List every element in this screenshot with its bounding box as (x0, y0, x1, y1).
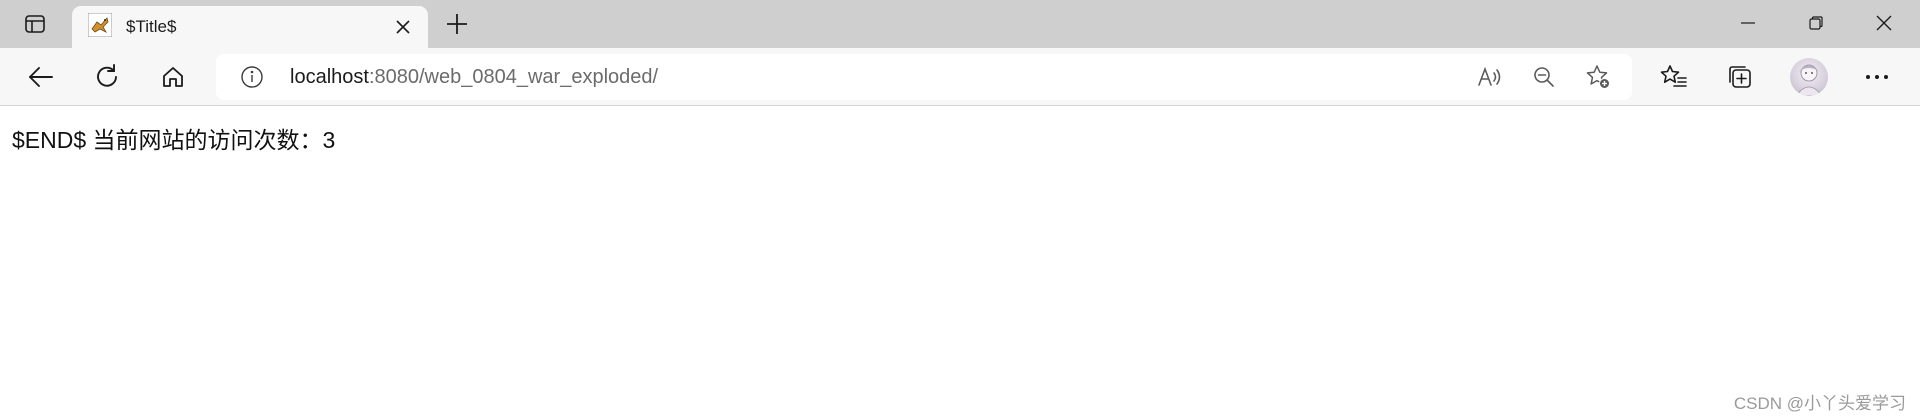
profile-avatar[interactable] (1790, 58, 1828, 96)
tab-title: $Title$ (126, 17, 177, 36)
zoom-out-icon (1532, 65, 1556, 89)
visit-count-text: $END$ 当前网站的访问次数：3 (12, 127, 336, 153)
back-arrow-icon (28, 66, 54, 88)
settings-and-more-button[interactable] (1856, 56, 1898, 98)
home-icon (161, 65, 185, 89)
watermark: CSDN @小丫头爱学习 (1733, 394, 1906, 413)
refresh-icon (94, 64, 120, 90)
star-add-icon (1585, 64, 1611, 90)
navigation-toolbar: localhost:8080/web_0804_war_exploded/ (0, 48, 1920, 106)
minimize-icon (1741, 16, 1755, 30)
restore-icon (1809, 16, 1823, 30)
favorites-button[interactable] (1653, 56, 1695, 98)
add-favorite-button[interactable] (1580, 59, 1616, 95)
url-path: :8080/web_0804_war_exploded/ (368, 66, 659, 88)
close-window-icon (1876, 15, 1892, 31)
read-aloud-icon (1477, 65, 1503, 89)
address-bar[interactable]: localhost:8080/web_0804_war_exploded/ (216, 54, 1632, 100)
tab-actions-button[interactable] (12, 8, 58, 40)
url-text[interactable]: localhost:8080/web_0804_war_exploded/ (290, 66, 658, 89)
more-dots-icon (1865, 74, 1889, 80)
refresh-button[interactable] (86, 56, 128, 98)
zoom-out-button[interactable] (1526, 59, 1562, 95)
back-button[interactable] (20, 56, 62, 98)
tab-strip: $Title$ (0, 0, 1920, 48)
url-host: localhost (290, 66, 369, 88)
active-tab[interactable]: $Title$ (72, 6, 428, 48)
home-button[interactable] (152, 56, 194, 98)
close-tab-button[interactable] (390, 14, 416, 40)
read-aloud-button[interactable] (1472, 59, 1508, 95)
favorites-list-icon (1660, 64, 1688, 90)
collections-button[interactable] (1719, 56, 1761, 98)
page-content: $END$ 当前网站的访问次数：3 CSDN @小丫头爱学习 (0, 107, 1920, 418)
tab-actions-icon (24, 13, 46, 35)
collections-icon (1727, 64, 1753, 90)
minimize-button[interactable] (1714, 0, 1782, 46)
tomcat-favicon-icon (88, 13, 112, 37)
new-tab-button[interactable] (440, 8, 474, 40)
restore-button[interactable] (1782, 0, 1850, 46)
plus-icon (446, 13, 468, 35)
site-info-icon[interactable] (240, 65, 264, 89)
close-window-button[interactable] (1850, 0, 1918, 46)
